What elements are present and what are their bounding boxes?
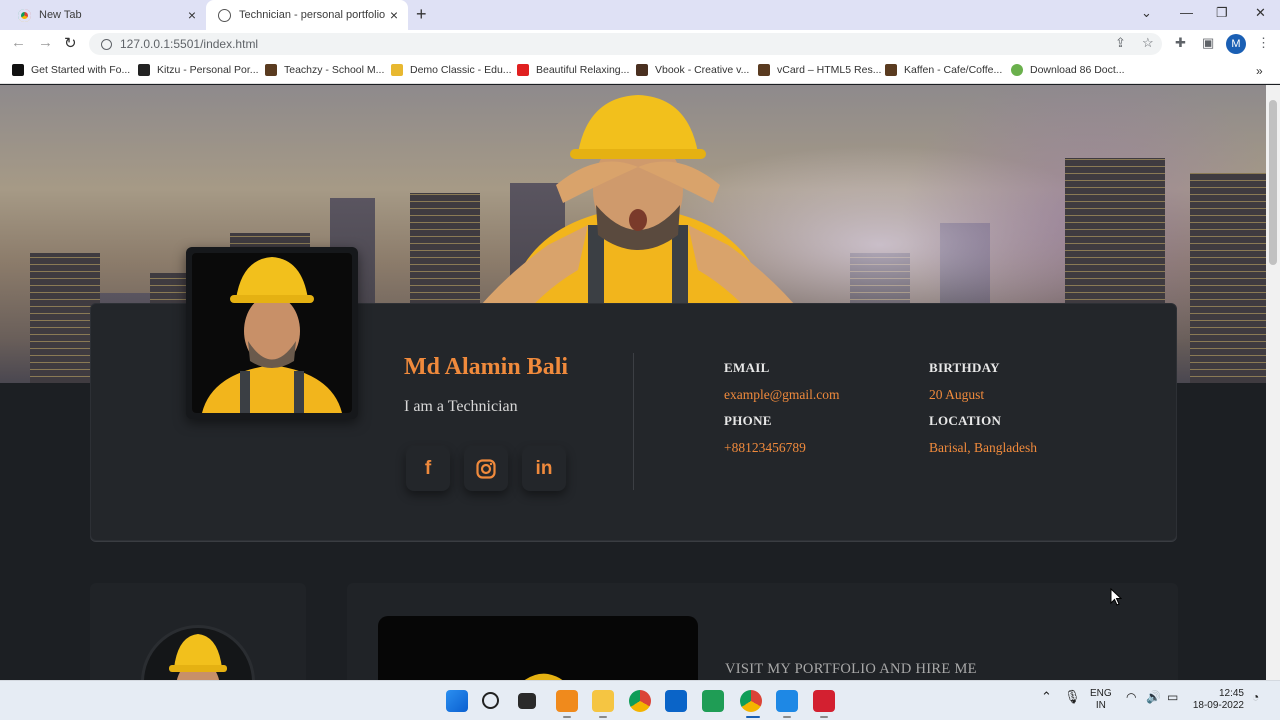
- extensions-icon[interactable]: ✚: [1175, 35, 1186, 51]
- side-panel-icon[interactable]: ▣: [1202, 35, 1214, 51]
- profile-photo-frame: [186, 247, 358, 419]
- reload-button[interactable]: ↻: [64, 34, 77, 52]
- globe-icon: [218, 8, 231, 22]
- linkedin-icon: in: [535, 458, 553, 479]
- browser-toolbar: ← → ↻ 127.0.0.1:5501/index.html ⇪ ☆ ✚ ▣ …: [0, 30, 1280, 58]
- bookmark-item[interactable]: vCard – HTML5 Res...: [758, 64, 881, 76]
- location-value: Barisal, Bangladesh: [929, 440, 1037, 455]
- share-icon[interactable]: ⇪: [1115, 35, 1126, 51]
- file-explorer-icon[interactable]: [592, 690, 614, 712]
- language-indicator[interactable]: ENG IN: [1090, 688, 1112, 712]
- bookmark-item[interactable]: Kitzu - Personal Por...: [138, 64, 259, 76]
- bookmark-item[interactable]: Vbook - Creative v...: [636, 64, 749, 76]
- bookmark-item[interactable]: Teachzy - School M...: [265, 64, 384, 76]
- chrome-icon: [18, 8, 31, 22]
- chrome-profile-icon[interactable]: [740, 690, 762, 712]
- microphone-icon[interactable]: 🎙: [1064, 690, 1081, 703]
- task-view-icon[interactable]: [518, 693, 536, 709]
- profile-avatar[interactable]: M: [1226, 34, 1246, 54]
- bookmark-icon: [758, 64, 770, 76]
- notification-icon[interactable]: ◔: [1252, 691, 1259, 703]
- close-tab-icon[interactable]: ×: [188, 7, 196, 23]
- phone-value[interactable]: +88123456789: [724, 440, 806, 456]
- close-tab-icon[interactable]: ×: [390, 7, 398, 23]
- bookmark-item[interactable]: Kaffen - Cafe/Coffe...: [885, 64, 1002, 76]
- visit-portfolio-heading: VISIT MY PORTFOLIO AND HIRE ME: [725, 661, 977, 677]
- bookmark-icon: [636, 64, 648, 76]
- bookmark-item[interactable]: Demo Classic - Edu...: [391, 64, 512, 76]
- screen-recorder-icon[interactable]: [813, 690, 835, 712]
- vertical-divider: [633, 353, 634, 490]
- bookmarks-bar: Get Started with Fo... Kitzu - Personal …: [0, 58, 1280, 84]
- windows-start-icon[interactable]: [446, 690, 468, 712]
- clock[interactable]: 12:45 18-09-2022: [1192, 688, 1244, 712]
- bookmark-item[interactable]: Beautiful Relaxing...: [517, 64, 629, 76]
- email-label: EMAIL: [724, 360, 770, 375]
- search-icon[interactable]: [482, 692, 499, 709]
- portfolio-video[interactable]: [378, 616, 698, 680]
- site-info-icon[interactable]: [101, 38, 112, 50]
- battery-icon[interactable]: ▭: [1167, 691, 1178, 703]
- address-bar[interactable]: 127.0.0.1:5501/index.html: [89, 33, 1162, 55]
- bookmark-item[interactable]: Download 86 Doct...: [1011, 64, 1125, 76]
- profile-role: I am a Technician: [404, 398, 518, 415]
- mouse-cursor-icon: [1110, 588, 1122, 606]
- menu-icon[interactable]: ⋮: [1257, 35, 1270, 51]
- bookmark-icon: [391, 64, 403, 76]
- more-bookmarks-icon[interactable]: »: [1256, 64, 1263, 78]
- volume-icon[interactable]: 🔊: [1146, 691, 1161, 703]
- page-scrollbar[interactable]: [1266, 85, 1280, 680]
- tab-portfolio[interactable]: Technician - personal portfolio ×: [206, 0, 408, 30]
- leaf-icon: [1011, 64, 1023, 76]
- tab-search-icon[interactable]: ⌄: [1141, 5, 1152, 21]
- linkedin-button[interactable]: in: [522, 447, 566, 491]
- maximize-button[interactable]: ❐: [1216, 5, 1228, 21]
- youtube-icon: [517, 64, 529, 76]
- bookmark-icon: [12, 64, 24, 76]
- windows-taskbar: ⌃ 🎙 ENG IN ◠ 🔊 ▭ 12:45 18-09-2022 ◔: [0, 680, 1280, 720]
- facebook-icon: f: [424, 458, 432, 479]
- birthday-value: 20 August: [929, 387, 985, 402]
- email-value[interactable]: example@gmail.com: [724, 387, 840, 403]
- sublime-text-icon[interactable]: [556, 690, 578, 712]
- outlook-icon[interactable]: [665, 690, 687, 712]
- page-viewport: Md Alamin Bali I am a Technician f in EM…: [0, 85, 1266, 680]
- chrome-icon[interactable]: [629, 690, 651, 712]
- bookmark-icon: [138, 64, 150, 76]
- social-links: f in: [406, 447, 566, 491]
- tab-title: New Tab: [39, 9, 82, 21]
- birthday-label: BIRTHDAY: [929, 360, 1000, 375]
- profile-name: Md Alamin Bali: [404, 354, 569, 380]
- location-label: LOCATION: [929, 413, 1002, 428]
- bookmark-item[interactable]: Get Started with Fo...: [12, 64, 130, 76]
- vscode-icon[interactable]: [776, 690, 798, 712]
- browser-tab-bar: New Tab × Technician - personal portfoli…: [0, 0, 1280, 30]
- bookmark-icon: [265, 64, 277, 76]
- minimize-button[interactable]: —: [1180, 5, 1193, 20]
- excel-icon[interactable]: [702, 690, 724, 712]
- scrollbar-thumb[interactable]: [1269, 100, 1277, 265]
- new-tab-button[interactable]: +: [416, 4, 427, 25]
- facebook-button[interactable]: f: [406, 447, 450, 491]
- forward-button[interactable]: →: [38, 34, 53, 51]
- tab-new-tab[interactable]: New Tab ×: [8, 0, 206, 30]
- phone-label: PHONE: [724, 413, 772, 428]
- bookmark-star-icon[interactable]: ☆: [1142, 35, 1154, 51]
- profile-photo: [192, 253, 352, 413]
- show-hidden-icons-icon[interactable]: ⌃: [1041, 690, 1052, 703]
- bookmark-icon: [885, 64, 897, 76]
- instagram-button[interactable]: [464, 447, 508, 491]
- back-button[interactable]: ←: [11, 34, 26, 51]
- close-window-button[interactable]: ✕: [1255, 5, 1266, 21]
- instagram-icon: [476, 459, 496, 479]
- wifi-icon[interactable]: ◠: [1126, 691, 1136, 703]
- tab-title: Technician - personal portfolio: [239, 9, 386, 21]
- url-text: 127.0.0.1:5501/index.html: [120, 37, 259, 51]
